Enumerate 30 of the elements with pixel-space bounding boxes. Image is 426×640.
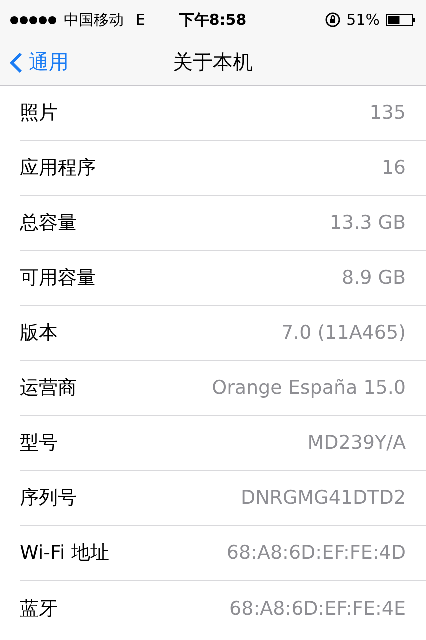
row-value: 68:A8:6D:EF:FE:4D [226, 542, 406, 564]
network-type: E [136, 11, 146, 29]
row-value: Orange España 15.0 [212, 377, 406, 399]
row-label: 序列号 [20, 486, 77, 511]
row-label: 版本 [20, 321, 58, 346]
carrier-name: 中国移动 [64, 10, 124, 30]
page-title: 关于本机 [173, 49, 253, 76]
back-button[interactable]: 通用 [0, 49, 69, 76]
row-label: 总容量 [20, 211, 77, 236]
row-label: 可用容量 [20, 266, 96, 291]
row-value: 135 [370, 102, 406, 124]
row-value: 13.3 GB [330, 212, 406, 234]
rotation-lock-icon [324, 12, 341, 28]
row-label: Wi-Fi 地址 [20, 541, 110, 566]
row-label: 应用程序 [20, 156, 96, 181]
row-label: 型号 [20, 431, 58, 456]
row-value: DNRGMG41DTD2 [240, 487, 406, 509]
signal-icon [10, 16, 58, 24]
row-value: MD239Y/A [308, 432, 406, 454]
row-value: 16 [382, 157, 406, 179]
row-label: 蓝牙 [20, 596, 58, 622]
battery-percent: 51% [346, 11, 380, 29]
battery-icon [386, 14, 416, 26]
row-label: 运营商 [20, 376, 77, 401]
row-value: 7.0 (11A465) [281, 322, 406, 344]
clock-time: 下午8:58 [179, 10, 247, 30]
row-value: 8.9 GB [342, 267, 406, 289]
row-label: 照片 [20, 101, 58, 126]
back-chevron-icon [10, 52, 23, 74]
row-value: 68:A8:6D:EF:FE:4E [230, 598, 406, 620]
